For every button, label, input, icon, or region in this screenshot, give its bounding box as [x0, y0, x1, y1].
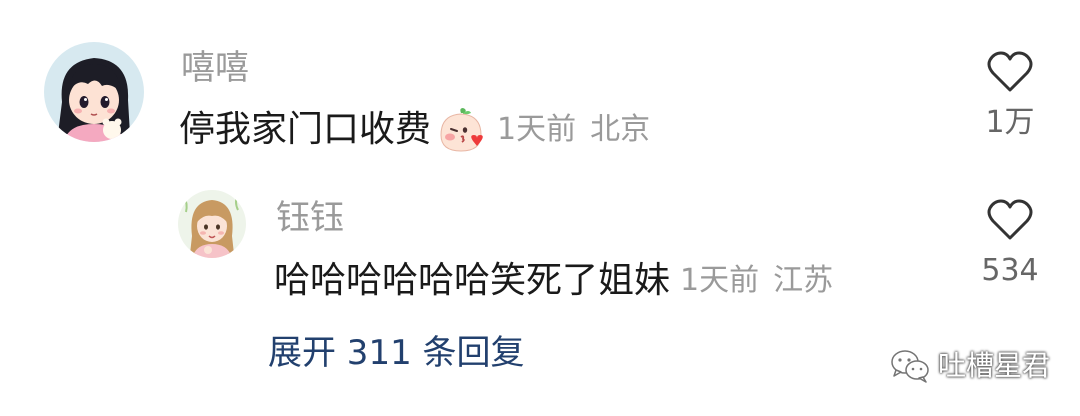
watermark-text: 吐槽星君: [938, 349, 1051, 382]
comment-body: 停我家门口收费 1天前 北京: [179, 108, 650, 152]
reply-location: 江苏: [773, 263, 834, 298]
heart-outline-icon[interactable]: [986, 50, 1034, 94]
blush-kiss-peach-emoji-icon: [435, 107, 487, 153]
reply-username[interactable]: 钰钰: [276, 201, 344, 235]
watermark: 吐槽星君: [890, 348, 1050, 384]
comment-like-count: 1万: [985, 105, 1035, 140]
comment-like-button[interactable]: 1万: [965, 50, 1055, 138]
wechat-logo-icon: [891, 350, 929, 383]
reply-text: 哈哈哈哈哈哈笑死了姐妹: [274, 260, 671, 301]
reply-body: 哈哈哈哈哈哈笑死了姐妹 1天前 江苏: [274, 259, 833, 303]
comment-text: 停我家门口收费: [179, 109, 432, 150]
expand-replies-link[interactable]: 展开 311 条回复: [268, 336, 525, 370]
reply-time: 1天前: [680, 263, 760, 298]
comment-location: 北京: [590, 112, 651, 147]
comment-username[interactable]: 嘻嘻: [181, 51, 249, 85]
heart-outline-icon[interactable]: [986, 198, 1034, 242]
illustrated-girl-avatar-icon: [178, 190, 246, 258]
reply-like-count: 534: [981, 253, 1039, 288]
reply-avatar[interactable]: [178, 190, 246, 258]
reply-like-button[interactable]: 534: [965, 198, 1055, 286]
comment-time: 1天前: [497, 112, 577, 147]
avatar[interactable]: [44, 42, 144, 142]
anime-girl-avatar-icon: [44, 42, 144, 142]
